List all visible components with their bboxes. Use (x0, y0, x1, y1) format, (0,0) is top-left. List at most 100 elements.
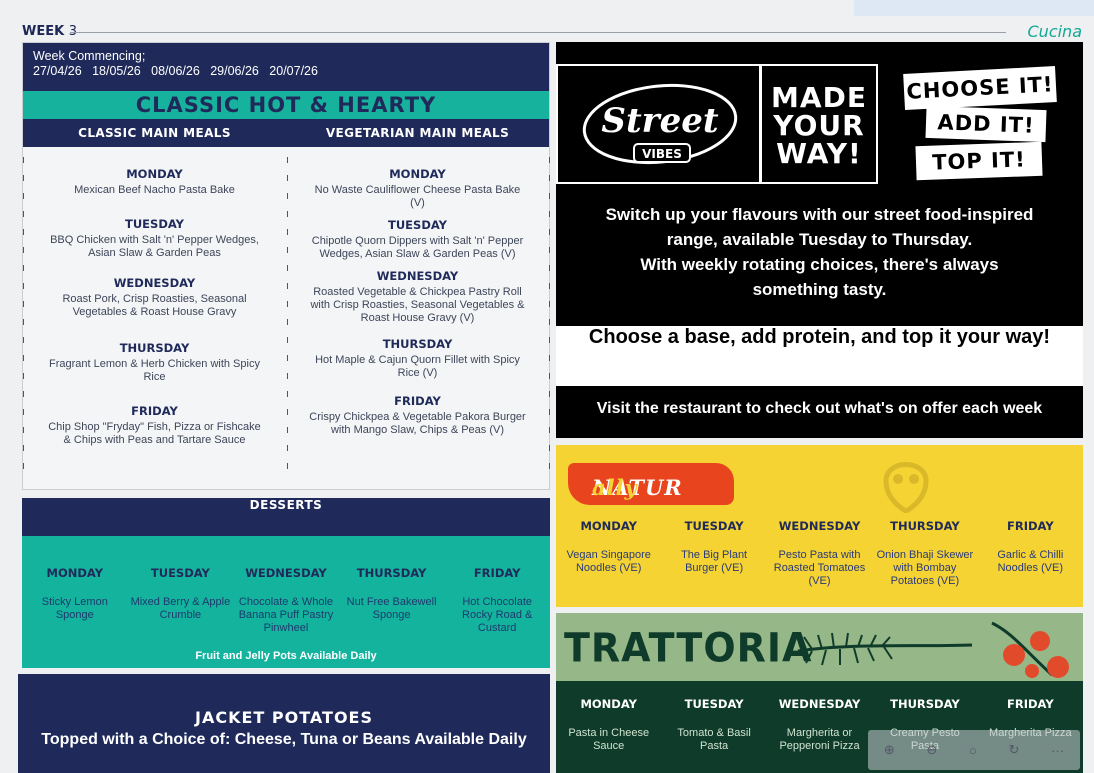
meal-block: THURSDAY Hot Maple & Cajun Quorn Fillet w… (286, 337, 549, 380)
naturally-item: Onion Bhaji Skewer with Bombay Potatoes … (876, 549, 974, 587)
vegetarian-main-column: MONDAY No Waste Cauliflower Cheese Pasta … (286, 147, 549, 491)
meal-day: MONDAY (126, 167, 183, 181)
vegetarian-main-header: VEGETARIAN MAIN MEALS (325, 126, 510, 140)
desserts-section: DESSERTS MONDAY TUESDAY WEDNESDAY THURSDAY F… (22, 498, 550, 668)
zoom-in-icon[interactable]: ⊕ (884, 742, 895, 758)
naturally-day: TUESDAY (684, 519, 744, 533)
naturally-day: FRIDAY (1006, 519, 1054, 533)
zoom-out-icon[interactable]: ⊖ (926, 742, 937, 758)
jacket-potatoes-section: JACKET POTATOES Topped with a Choice of:… (18, 674, 550, 773)
viewer-toolbar: ⊕ ⊖ ○ ↻ ··· (868, 730, 1080, 770)
column-tick (549, 427, 550, 433)
column-tick (23, 157, 24, 163)
trattoria-day: MONDAY (580, 697, 637, 711)
meal-day: MONDAY (389, 167, 446, 181)
trattoria-day: TUESDAY (684, 697, 744, 711)
column-tick (287, 391, 288, 397)
meal-item: Fragrant Lemon & Herb Chicken with Spicy… (49, 358, 260, 383)
trattoria-day: WEDNESDAY (778, 697, 861, 711)
naturally-day: MONDAY (580, 519, 637, 533)
meal-block: THURSDAY Fragrant Lemon & Herb Chicken wi… (23, 341, 286, 384)
meal-day: THURSDAY (382, 337, 453, 351)
classic-section: Week Commencing; 27/04/26 18/05/26 08/06… (22, 42, 550, 490)
meal-item: Mexican Beef Nacho Pasta Bake (74, 184, 235, 196)
naturally-day: WEDNESDAY (778, 519, 861, 533)
column-tick (287, 175, 288, 181)
corner-decoration (854, 0, 1094, 16)
dessert-item: Chocolate & Whole Banana Puff Pastry Pin… (238, 596, 334, 634)
column-tick (549, 283, 550, 289)
street-band: Choose a base, add protein, and top it y… (556, 326, 1083, 386)
street-logo-subtext: VIBES (642, 147, 682, 161)
meal-block: WEDNESDAY Roast Pork, Crisp Roasties, Sea… (23, 276, 286, 319)
meal-day: WEDNESDAY (376, 269, 459, 283)
dessert-item: Nut Free Bakewell Sponge (346, 596, 437, 621)
dessert-day: MONDAY (46, 566, 104, 580)
meal-item: Hot Maple & Cajun Quorn Fillet with Spic… (315, 354, 520, 379)
column-tick (287, 193, 288, 199)
way-word: WAY! (776, 137, 862, 170)
column-tick (549, 355, 550, 361)
column-tick (23, 319, 24, 325)
column-tick (23, 463, 24, 469)
meal-day: FRIDAY (131, 404, 178, 418)
column-tick (549, 175, 550, 181)
naturally-items: Vegan Singapore Noodles (VE) The Big Plan… (556, 549, 1083, 588)
column-tick (23, 409, 24, 415)
jacket-title: JACKET POTATOES (195, 708, 373, 727)
street-vibes-logo: Street VIBES (556, 64, 761, 184)
rotate-icon[interactable]: ↻ (1009, 742, 1020, 758)
naturally-section: NATUR ally MONDAY TUESDAY WEDNESDAY THURSDAY… (556, 445, 1083, 607)
dessert-item: Mixed Berry & Apple Crumble (130, 596, 231, 621)
column-tick (549, 247, 550, 253)
column-tick (549, 229, 550, 235)
column-tick (287, 427, 288, 433)
street-line-2: range, available Tuesday to Thursday. (666, 230, 973, 249)
dessert-item: Hot Chocolate Rocky Road & Custard (462, 596, 533, 634)
column-tick (549, 463, 550, 469)
column-tick (23, 445, 24, 451)
meal-item: No Waste Cauliflower Cheese Pasta Bake (… (314, 184, 521, 209)
meal-day: THURSDAY (119, 341, 190, 355)
column-tick (23, 193, 24, 199)
meal-day: FRIDAY (394, 394, 441, 408)
meal-day: TUESDAY (125, 217, 184, 231)
classic-main-header: CLASSIC MAIN MEALS (78, 126, 231, 140)
meal-block: WEDNESDAY Roasted Vegetable & Chickpea Pa… (286, 269, 549, 325)
column-tick (549, 265, 550, 271)
meal-item: BBQ Chicken with Salt 'n' Pepper Wedges,… (50, 234, 259, 259)
meal-block: FRIDAY Crispy Chickpea & Vegetable Pakora… (286, 394, 549, 437)
column-tick (23, 391, 24, 397)
meal-day: TUESDAY (388, 218, 447, 232)
made-word: MADE (771, 81, 867, 114)
classic-column-headers: CLASSIC MAIN MEALS VEGETARIAN MAIN MEALS (23, 119, 549, 147)
dessert-day: WEDNESDAY (245, 566, 327, 580)
your-word: YOUR (773, 109, 865, 142)
trattoria-item: Margherita or Pepperoni Pizza (779, 727, 860, 752)
trattoria-item: Tomato & Basil Pasta (677, 727, 751, 752)
trattoria-item: Pasta in Cheese Sauce (568, 727, 650, 752)
meal-day: WEDNESDAY (113, 276, 196, 290)
column-tick (549, 391, 550, 397)
trattoria-title: TRATTORIA (564, 624, 813, 672)
search-icon[interactable]: ○ (969, 743, 977, 758)
column-tick (23, 175, 24, 181)
column-tick (23, 427, 24, 433)
column-tick (287, 229, 288, 235)
column-tick (287, 373, 288, 379)
naturally-item: Garlic & Chilli Noodles (VE) (997, 549, 1064, 574)
tomato-vine-illustration (797, 621, 1069, 678)
meal-item: Crispy Chickpea & Vegetable Pakora Burge… (309, 411, 526, 436)
column-tick (287, 301, 288, 307)
column-tick (287, 445, 288, 451)
meal-item: Chip Shop "Fryday" Fish, Pizza or Fishca… (48, 421, 261, 446)
more-icon[interactable]: ··· (1051, 743, 1064, 758)
desserts-footer: Fruit and Jelly Pots Available Daily (195, 650, 377, 662)
week-label: WEEK 3 (22, 24, 77, 39)
column-tick (549, 157, 550, 163)
top-it-label: TOP IT! (915, 141, 1043, 181)
classic-main-column: MONDAY Mexican Beef Nacho Pasta Bake TUESD… (23, 147, 286, 491)
column-tick (23, 373, 24, 379)
column-tick (549, 211, 550, 217)
week-commencing: Week Commencing; 27/04/26 18/05/26 08/06… (23, 43, 549, 91)
